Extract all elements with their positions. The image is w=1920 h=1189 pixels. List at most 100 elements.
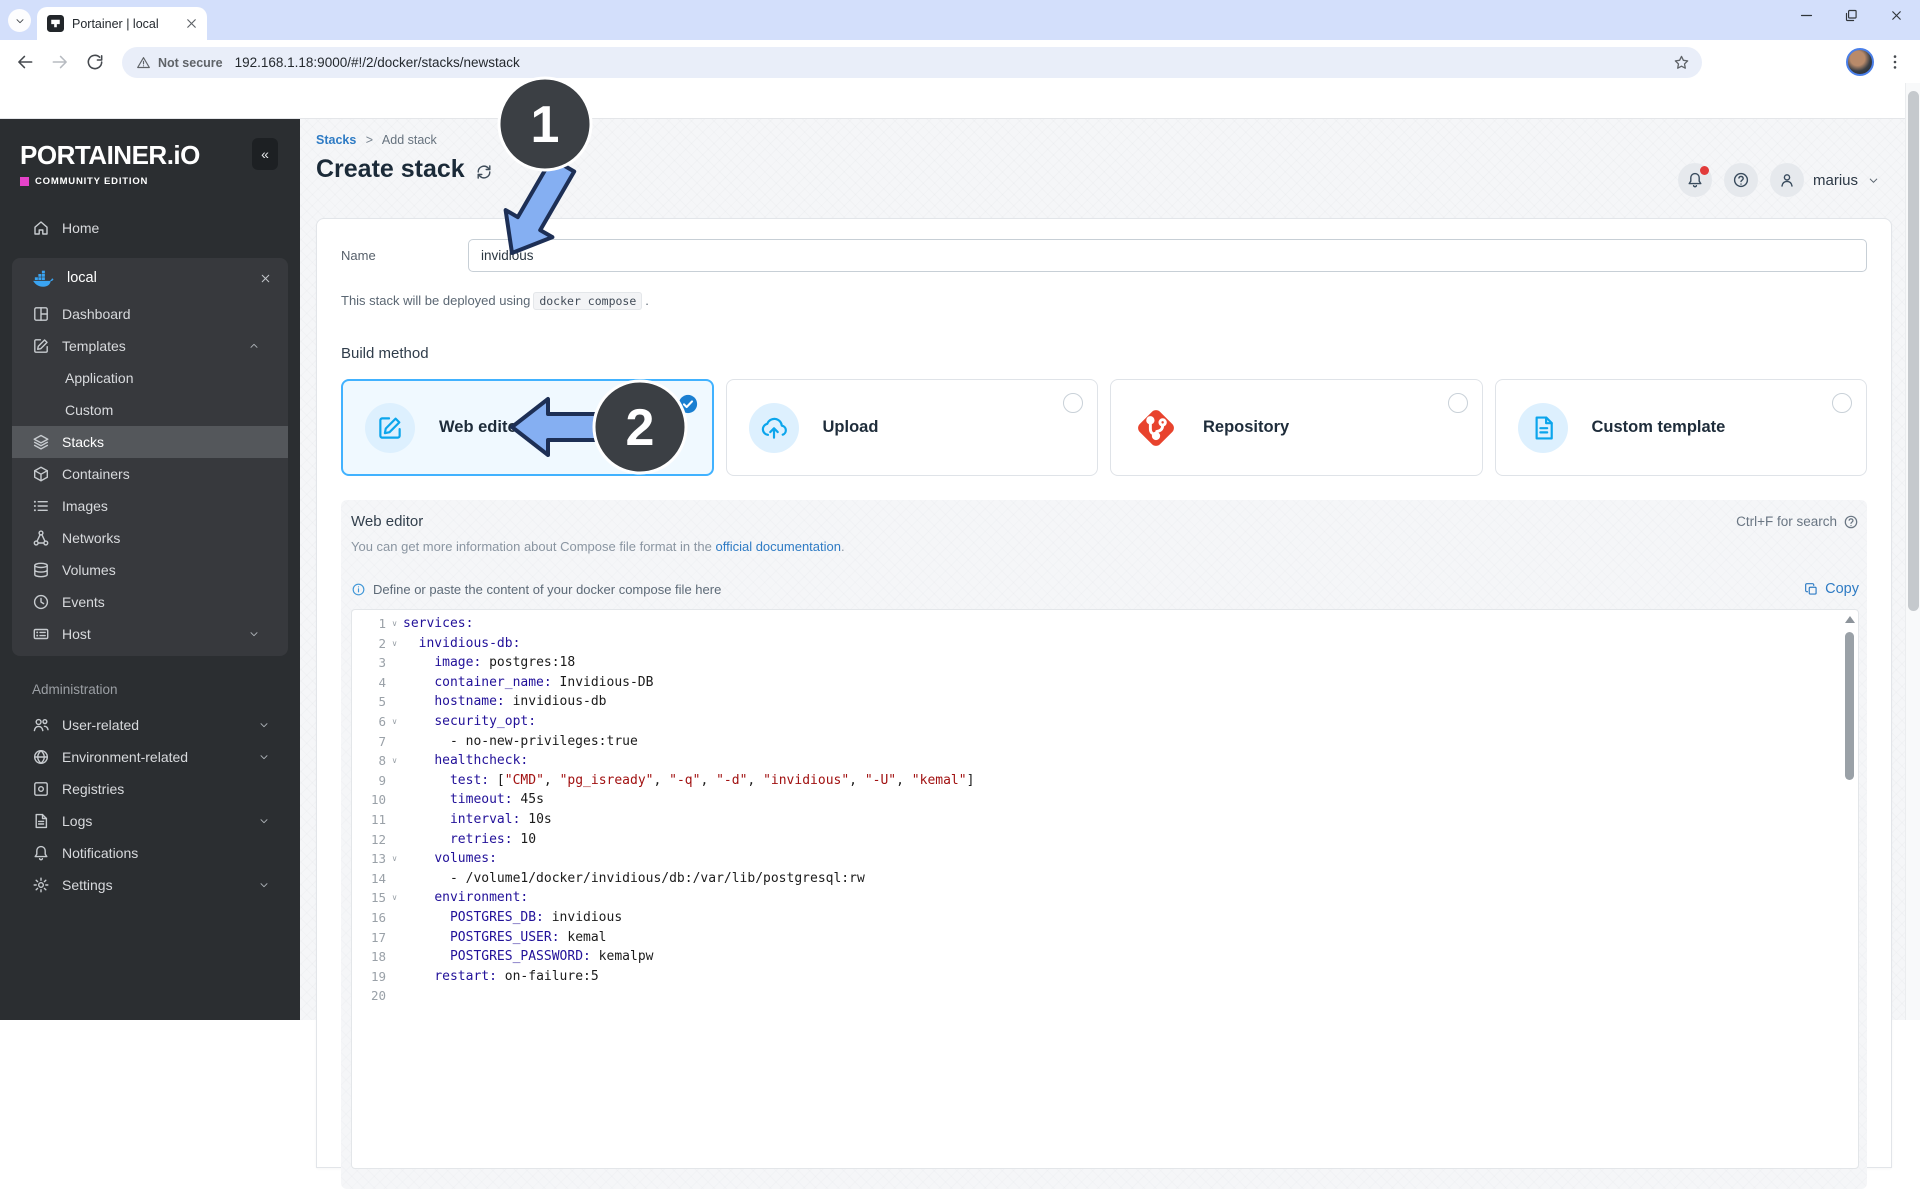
breadcrumb-current: Add stack [382, 133, 437, 147]
refresh-icon[interactable] [475, 163, 493, 181]
editor-scrollbar[interactable] [1843, 612, 1856, 1166]
build-method-custom-template[interactable]: Custom template [1495, 379, 1868, 476]
sidebar-item-home[interactable]: Home [0, 211, 300, 244]
page-scrollbar[interactable] [1905, 83, 1920, 1020]
back-button[interactable] [15, 52, 35, 72]
code-line[interactable]: 11 interval: 10s [352, 810, 1858, 830]
copy-button[interactable]: Copy [1804, 581, 1859, 597]
fold-arrow-icon[interactable]: ∨ [386, 614, 403, 634]
code-line[interactable]: 7 - no-new-privileges:true [352, 732, 1858, 752]
code-line[interactable]: 8∨ healthcheck: [352, 751, 1858, 771]
window-minimize-button[interactable] [1799, 8, 1814, 23]
page-scrollbar-thumb[interactable] [1908, 91, 1919, 611]
sidebar-item-notifications[interactable]: Notifications [0, 837, 300, 869]
bookmark-star-icon[interactable] [1673, 54, 1690, 71]
scrollbar-thumb[interactable] [1845, 632, 1854, 780]
line-gutter: 15∨ [352, 888, 403, 908]
sidebar-item-settings[interactable]: Settings [0, 869, 300, 901]
code-line[interactable]: 17 POSTGRES_USER: kemal [352, 928, 1858, 948]
line-number: 10 [352, 790, 386, 810]
sidebar-item-user-related[interactable]: User-related [0, 709, 300, 741]
method-radio[interactable] [1448, 393, 1468, 413]
chevron-down-icon [258, 751, 270, 763]
code-line[interactable]: 1∨services: [352, 614, 1858, 634]
method-icon-bubble [365, 403, 415, 453]
code-line[interactable]: 9 test: ["CMD", "pg_isready", "-q", "-d"… [352, 771, 1858, 791]
method-radio[interactable] [1832, 393, 1852, 413]
code-line[interactable]: 13∨ volumes: [352, 849, 1858, 869]
sidebar-item-custom[interactable]: Custom [12, 394, 288, 426]
sidebar-item-volumes[interactable]: Volumes [12, 554, 288, 586]
breadcrumb-stacks-link[interactable]: Stacks [316, 133, 356, 147]
sidebar-item-images[interactable]: Images [12, 490, 288, 522]
sidebar-item-logs[interactable]: Logs [0, 805, 300, 837]
sidebar-item-stacks[interactable]: Stacks [12, 426, 288, 458]
code-line[interactable]: 20 [352, 986, 1858, 1006]
events-icon [32, 593, 50, 611]
scrollbar-up-arrow[interactable] [1845, 616, 1855, 623]
browser-menu-icon[interactable] [1886, 52, 1904, 72]
window-restore-button[interactable] [1844, 8, 1859, 23]
reload-button[interactable] [85, 52, 105, 72]
sidebar-item-label: Custom [65, 402, 288, 418]
user-menu[interactable]: marius [1770, 163, 1880, 197]
tab-search-button[interactable] [8, 9, 31, 32]
sidebar-collapse-button[interactable]: « [252, 138, 278, 170]
search-hint: Ctrl+F for search [1736, 514, 1859, 530]
code-line[interactable]: 19 restart: on-failure:5 [352, 967, 1858, 987]
environment-header[interactable]: local [12, 258, 288, 298]
fold-arrow-icon[interactable]: ∨ [386, 888, 403, 908]
sidebar-item-networks[interactable]: Networks [12, 522, 288, 554]
stack-name-input[interactable] [468, 239, 1867, 272]
forward-button[interactable] [50, 52, 70, 72]
sidebar-item-registries[interactable]: Registries [0, 773, 300, 805]
code-line[interactable]: 16 POSTGRES_DB: invidious [352, 908, 1858, 928]
code-line[interactable]: 12 retries: 10 [352, 830, 1858, 850]
code-line[interactable]: 5 hostname: invidious-db [352, 692, 1858, 712]
notifications-button[interactable] [1678, 163, 1712, 197]
code-line[interactable]: 14 - /volume1/docker/invidious/db:/var/l… [352, 869, 1858, 889]
browser-chrome: Portainer | local Not secure 192.168.1.1… [0, 0, 1920, 119]
networks-icon [32, 529, 50, 547]
code-line[interactable]: 15∨ environment: [352, 888, 1858, 908]
sidebar-item-environment-related[interactable]: Environment-related [0, 741, 300, 773]
tab-close-icon[interactable] [184, 16, 199, 31]
code-line[interactable]: 10 timeout: 45s [352, 790, 1858, 810]
sidebar-item-templates[interactable]: Templates [12, 330, 288, 362]
sidebar-item-events[interactable]: Events [12, 586, 288, 618]
build-method-repository[interactable]: Repository [1110, 379, 1483, 476]
sidebar-item-dashboard[interactable]: Dashboard [12, 298, 288, 330]
fold-arrow-icon[interactable]: ∨ [386, 849, 403, 869]
fold-spacer [386, 830, 403, 850]
code-line[interactable]: 18 POSTGRES_PASSWORD: kemalpw [352, 947, 1858, 967]
fold-arrow-icon[interactable]: ∨ [386, 712, 403, 732]
fold-arrow-icon[interactable]: ∨ [386, 751, 403, 771]
code-line[interactable]: 2∨ invidious-db: [352, 634, 1858, 654]
official-documentation-link[interactable]: official documentation [715, 539, 841, 554]
method-radio[interactable] [1063, 393, 1083, 413]
code-line[interactable]: 3 image: postgres:18 [352, 653, 1858, 673]
fold-arrow-icon[interactable]: ∨ [386, 634, 403, 654]
sidebar-item-host[interactable]: Host [12, 618, 288, 650]
not-secure-warning-icon[interactable] [136, 55, 151, 70]
window-close-button[interactable] [1889, 8, 1904, 23]
compose-info-text: You can get more information about Compo… [351, 539, 1859, 554]
help-button[interactable] [1724, 163, 1758, 197]
browser-profile-avatar[interactable] [1846, 48, 1874, 76]
build-method-upload[interactable]: Upload [726, 379, 1099, 476]
selected-check-icon[interactable] [678, 394, 698, 414]
environment-close-icon[interactable] [259, 272, 272, 285]
sidebar-item-containers[interactable]: Containers [12, 458, 288, 490]
build-method-web-editor[interactable]: Web editor [341, 379, 714, 476]
compose-code-editor[interactable]: 1∨services:2∨ invidious-db:3 image: post… [351, 609, 1859, 1169]
code-line[interactable]: 4 container_name: Invidious-DB [352, 673, 1858, 693]
code-text: image: postgres:18 [403, 653, 575, 673]
help-circle-icon[interactable] [1843, 514, 1859, 530]
web-editor-heading: Web editor [351, 513, 423, 530]
settings-icon [32, 876, 50, 894]
browser-tab[interactable]: Portainer | local [37, 7, 207, 40]
code-line[interactable]: 6∨ security_opt: [352, 712, 1858, 732]
line-number: 12 [352, 830, 386, 850]
sidebar-item-application[interactable]: Application [12, 362, 288, 394]
address-bar[interactable]: Not secure 192.168.1.18:9000/#!/2/docker… [122, 47, 1702, 78]
